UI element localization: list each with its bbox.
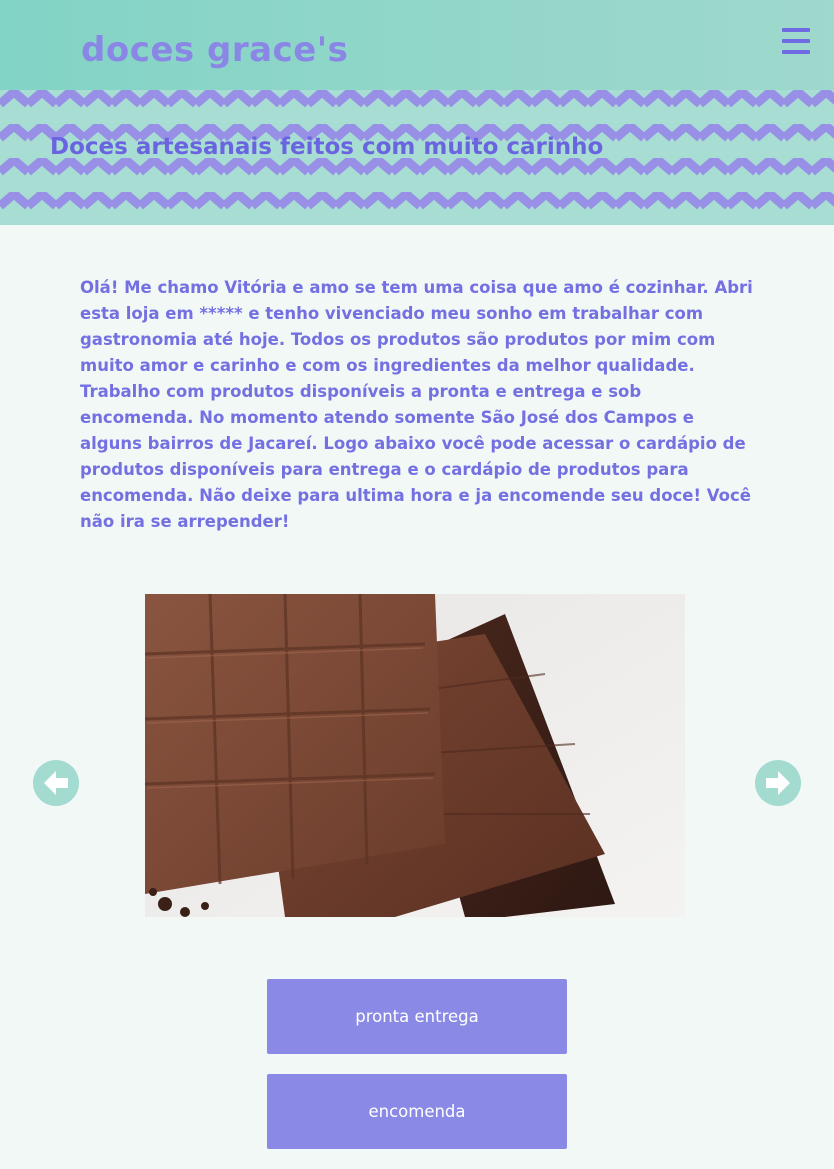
- site-logo[interactable]: doces grace's: [81, 28, 348, 72]
- chocolate-photo: [145, 594, 685, 917]
- arrow-right-icon: [766, 771, 790, 795]
- arrow-left-icon: [44, 771, 68, 795]
- site-header: doces grace's: [0, 0, 834, 90]
- carousel-prev-button[interactable]: [33, 760, 79, 806]
- intro-text: Olá! Me chamo Vitória e amo se tem uma c…: [80, 278, 753, 531]
- hamburger-menu-icon[interactable]: [782, 28, 810, 54]
- hero-banner: Doces artesanais feitos com muito carinh…: [0, 90, 834, 225]
- pronta-entrega-button[interactable]: pronta entrega: [267, 979, 567, 1054]
- carousel-next-button[interactable]: [755, 760, 801, 806]
- carousel-image: [145, 594, 685, 917]
- banner-title: Doces artesanais feitos com muito carinh…: [50, 134, 604, 160]
- encomenda-button[interactable]: encomenda: [267, 1074, 567, 1149]
